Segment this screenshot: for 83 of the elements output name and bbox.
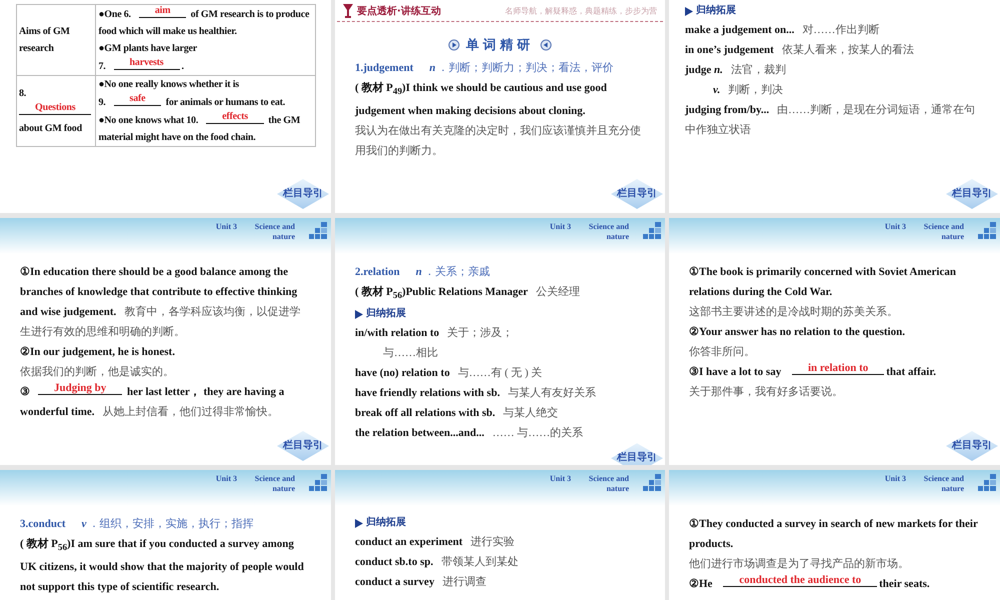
triangle-icon xyxy=(355,310,363,319)
text-line: in/with relation to 关于；涉及； xyxy=(355,326,514,342)
text-line: ( 教材 P$_{56}$)Public Relations Manager 公关经理 xyxy=(355,284,581,302)
nav-button[interactable]: 栏目导引 xyxy=(611,179,663,209)
text-line: ①They conducted a survey in search of new markets for their products. xyxy=(689,517,979,552)
unit-title: Science and nature xyxy=(922,222,964,242)
text-line: v. 判断，判决 xyxy=(712,83,784,98)
squares-icon xyxy=(978,222,996,240)
triangle-icon xyxy=(355,518,363,528)
slide-thumbnail[interactable] xyxy=(0,0,331,213)
squares-icon xyxy=(309,474,327,492)
unit-title: Science and nature xyxy=(588,474,629,494)
squares-icon xyxy=(643,222,661,240)
text-line: ②In our judgement, he is honest. xyxy=(20,345,176,360)
banner-title: 要点透析·讲练互动 xyxy=(357,4,441,18)
text-line: ③I have a lot to say in relation to that affair. xyxy=(689,362,937,380)
text-line: ②He conducted the audience to their seats. xyxy=(689,574,931,592)
squares-icon xyxy=(643,474,661,492)
text-line: judging from/by... 由……判断，是现在分词短语，通常在句中作独立状语 xyxy=(685,102,976,138)
play-circle-icon xyxy=(448,39,460,51)
table-cell: Aims of GM research xyxy=(16,4,96,76)
nav-button[interactable]: 栏目导引 xyxy=(946,431,998,461)
text-line: 你答非所问。 xyxy=(689,345,756,360)
triangle-icon xyxy=(685,6,693,16)
nav-button[interactable]: 栏目导引 xyxy=(946,179,998,209)
text-line: break off all relations with sb. 与某人绝交 xyxy=(355,406,560,422)
text-line: ③ Judging by her last letter， they are having a wonderful time. 从她上封信看，他们过得非常愉快。 xyxy=(20,382,286,420)
text-line: ( 教材 P$_{49}$)I think we should be cautious and use good judgement when making decisions about cloning. xyxy=(355,80,608,120)
text-line: conduct an experiment 进行实验 xyxy=(355,534,516,550)
slide-thumbnail[interactable] xyxy=(0,470,331,600)
text-line: conduct a survey 进行调查 xyxy=(355,575,488,590)
unit-label: Unit 3 xyxy=(884,474,906,484)
banner-tagline: 名师导航，解疑释惑，典题精练，步步为营 xyxy=(505,6,657,17)
table-cell: ●No one really knows whether it is 9. safe for animals or humans to eat. ●No one knows what 10. effects the GM material might have on the food chain. xyxy=(96,76,316,146)
text-line: make a judgement on... 对……作出判断 xyxy=(685,23,880,38)
text-line: 依据我们的判断，他是诚实的。 xyxy=(20,364,175,380)
squares-icon xyxy=(978,474,996,492)
nav-button[interactable]: 栏目导引 xyxy=(277,179,329,209)
text-line: have (no) relation to 与……有 ( 无 ) 关 xyxy=(355,366,544,382)
unit-title: Science and nature xyxy=(254,474,295,494)
text-line: 3.conduct v ．组织，安排，实施，执行；指挥 xyxy=(20,516,254,532)
section-title: 归纳拓展 xyxy=(366,516,406,530)
unit-label: Unit 3 xyxy=(550,222,571,232)
slide-thumbnail[interactable]: 归纳拓展 make a judgement on... 对……作出判断 in one’s judgement 依某人看来，按某人的看法 judge n. 法官，裁判 v. 判断，判决 judging from/by... 由……判断，是现在分词短语，通常在句中作独立状语 栏目导引 xyxy=(669,0,1000,213)
unit-label: Unit 3 xyxy=(216,474,237,484)
slide-thumbnail[interactable]: Unit 3 Science and nature 归纳拓展 conduct an experiment 进行实验 conduct sb.to sp. 带领某人到某处 conduct a survey 进行调查 xyxy=(335,470,665,600)
unit-label: Unit 3 xyxy=(550,474,571,484)
table-cell: ●One 6. aim of GM research is to produce food which will make us healthier. ●GM plants have larger 7. harvests . xyxy=(96,4,316,76)
text-line: 他们进行市场调查是为了寻找产品的新市场。 xyxy=(689,556,910,572)
section-title: 归纳拓展 xyxy=(366,306,406,322)
unit-label: Unit 3 xyxy=(884,222,906,232)
text-line: 与……相比 xyxy=(382,346,439,362)
slide-thumbnail[interactable]: Unit 3 Science and nature ①They conducted a survey in search of new markets for their products. 他们进行市场调查是为了寻找产品的新市场。 ②He conducted the audience to their seats. xyxy=(669,470,1000,600)
text-line: 这部书主要讲述的是冷战时期的苏美关系。 xyxy=(689,304,899,320)
text-line: conduct sb.to sp. 带领某人到某处 xyxy=(355,554,520,570)
play-circle-icon xyxy=(540,39,552,51)
squares-icon xyxy=(309,222,327,240)
unit-title: Science and nature xyxy=(922,474,964,494)
section-heading: 单词精研 xyxy=(466,36,534,54)
text-line: 关于那件事，我有好多话要说。 xyxy=(689,384,844,400)
text-line: 我认为在做出有关克隆的决定时，我们应该谨慎并且充分使用我们的判断力。 xyxy=(355,124,642,160)
section-title: 归纳拓展 xyxy=(696,4,736,18)
unit-label: Unit 3 xyxy=(216,222,237,232)
text-line: ①The book is primarily concerned with Soviet American relations during the Cold War. xyxy=(689,265,957,300)
text-line: 1.judgement n ．判断；判断力；判决；看法，评价 xyxy=(355,61,614,76)
nav-button[interactable]: 栏目导引 xyxy=(611,443,663,465)
text-line: ②Your answer has no relation to the question. xyxy=(689,325,906,340)
text-line: 2.relation n ．关系；亲戚 xyxy=(355,264,491,280)
unit-title: Science and nature xyxy=(588,222,629,242)
slide-thumbnail[interactable] xyxy=(0,218,331,465)
nav-button[interactable]: 栏目导引 xyxy=(277,431,329,461)
unit-title: Science and nature xyxy=(254,222,295,242)
text-line: in one’s judgement 依某人看来，按某人的看法 xyxy=(685,42,915,58)
text-line: ( 教材 P$_{56}$)I am sure that if you conducted a survey among UK citizens, it would show that the majority of people would not support this type of scientific research. xyxy=(20,536,305,596)
text-line: ①In education there should be a good balance among the branches of knowledge that contribute to effective thinking and wise judgement. 教育中，各学科应该均衡，以促进学生进行有效的思维和明确的判断。 xyxy=(20,265,302,340)
cup-icon xyxy=(343,4,353,18)
table-cell: 8. Questions about GM food xyxy=(16,76,96,146)
slide-thumbnail[interactable] xyxy=(335,0,665,213)
slide-thumbnail[interactable] xyxy=(335,218,665,465)
slide-thumbnail[interactable] xyxy=(669,218,1000,465)
text-line: have friendly relations with sb. 与某人有友好关系 xyxy=(355,386,597,402)
text-line: the relation between...and... …… 与……的关系 xyxy=(355,426,584,442)
text-line: judge n. 法官，裁判 xyxy=(685,62,787,78)
